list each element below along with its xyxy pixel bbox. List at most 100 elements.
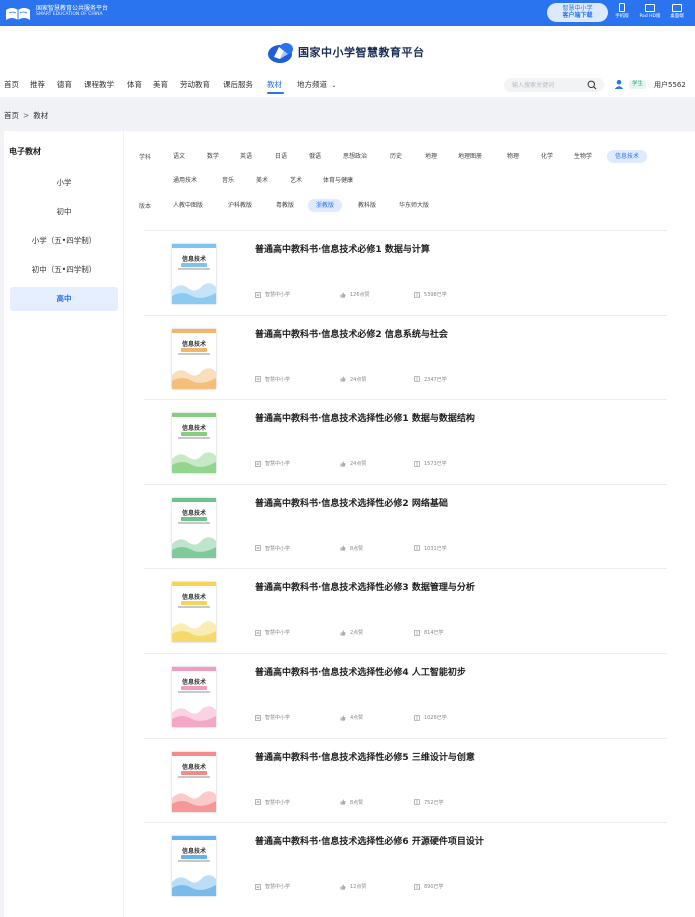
subject-chip[interactable]: 美术 — [256, 174, 268, 187]
edition-chip[interactable]: 沪科教版 — [228, 199, 252, 212]
book-title[interactable]: 普通高中教科书·信息技术选择性必修5 三维设计与创意 — [255, 750, 475, 763]
cover-subtitle-line — [178, 521, 210, 524]
book-learners: 814已学 — [414, 629, 444, 636]
subject-chip[interactable]: 思想政治 — [343, 150, 367, 163]
cover-subtitle-line — [178, 606, 210, 609]
book-list-item[interactable]: 信息技术 普通高中教科书·信息技术选择性必修4 人工智能初步 智慧中小学 4点赞 102… — [144, 653, 667, 737]
edition-chip[interactable]: 华东师大版 — [399, 199, 429, 212]
breadcrumb: 首页 > 教材 — [4, 110, 48, 121]
cover-illustration — [172, 367, 216, 389]
nav-item-home[interactable]: 首页 — [4, 79, 19, 90]
subject-chip[interactable]: 化学 — [541, 150, 553, 163]
book-cover[interactable]: 信息技术 — [172, 497, 216, 558]
edition-chip-active[interactable]: 浙教版 — [308, 199, 343, 212]
thumbs-up-icon — [340, 461, 346, 467]
desktop-icon — [672, 4, 682, 12]
thumbs-up-icon — [340, 630, 346, 636]
sidebar: 电子教材 小学 初中 小学（五•四学制） 初中（五•四学制） 高中 — [4, 131, 123, 917]
book-cover[interactable]: 信息技术 — [172, 836, 216, 897]
cover-subtitle-line — [178, 860, 210, 863]
subject-chip[interactable]: 语文 — [173, 150, 185, 163]
cover-title: 信息技术 — [181, 679, 206, 686]
edition-chip[interactable]: 教科版 — [358, 199, 376, 212]
book-list-item[interactable]: 信息技术 普通高中教科书·信息技术选择性必修2 网络基础 智慧中小学 8点赞 1031已… — [144, 483, 667, 568]
book-source-text: 智慧中小学 — [265, 545, 291, 552]
subject-chip[interactable]: 俄语 — [309, 150, 321, 163]
device-desktop-button[interactable]: 桌面端 — [664, 3, 690, 20]
device-phone-button[interactable]: 手机版 — [609, 3, 635, 20]
nav-item-textbooks[interactable]: 教材 — [267, 79, 282, 90]
subject-chip[interactable]: 地理 — [425, 150, 437, 163]
subject-chip[interactable]: 物理 — [507, 150, 519, 163]
cover-title: 信息技术 — [181, 340, 206, 348]
book-cover[interactable]: 信息技术 — [172, 582, 216, 643]
book-likes[interactable]: 126点赞 — [340, 291, 370, 298]
device-label: Pad HD版 — [639, 14, 661, 19]
sidebar-item-primary-54[interactable]: 小学（五•四学制） — [10, 229, 118, 253]
subject-chip-active[interactable]: 信息技术 — [607, 150, 648, 163]
nav-item-after-school[interactable]: 课后服务 — [223, 79, 253, 90]
breadcrumb-home[interactable]: 首页 — [4, 111, 19, 120]
nav-item-moral[interactable]: 德育 — [57, 79, 72, 90]
device-pad-button[interactable]: Pad HD版 — [637, 3, 663, 20]
sidebar-item-senior[interactable]: 高中 — [10, 287, 118, 311]
role-badge: 学生 — [629, 80, 647, 89]
document-icon — [255, 883, 261, 890]
cover-subtitle-line — [178, 268, 210, 270]
edition-chip[interactable]: 人教中图版 — [173, 199, 203, 212]
book-cover[interactable]: 信息技术 — [172, 667, 216, 727]
book-likes[interactable]: 8点赞 — [340, 545, 363, 552]
subject-chip[interactable]: 通用技术 — [173, 174, 197, 187]
subject-chip[interactable]: 数学 — [207, 150, 219, 163]
book-likes[interactable]: 12点赞 — [340, 883, 366, 890]
reader-icon — [414, 376, 420, 382]
user-avatar-icon[interactable] — [614, 79, 624, 89]
subject-chip[interactable]: 艺术 — [290, 174, 302, 187]
book-likes[interactable]: 2点赞 — [340, 629, 363, 636]
subject-chip[interactable]: 音乐 — [222, 174, 234, 187]
subject-chip[interactable]: 历史 — [390, 150, 402, 163]
cover-illustration — [172, 537, 216, 558]
book-cover[interactable]: 信息技术 — [172, 328, 216, 389]
book-likes[interactable]: 4点赞 — [340, 714, 363, 721]
edition-chip[interactable]: 粤教版 — [276, 199, 294, 212]
nav-item-courses[interactable]: 课程教学 — [84, 79, 114, 90]
username[interactable]: 用户5562 — [654, 80, 686, 90]
nav-item-local[interactable]: 地方频道 ⌄ — [297, 79, 336, 90]
book-list-item[interactable]: 信息技术 普通高中教科书·信息技术选择性必修1 数据与数据结构 智慧中小学 24点赞 1… — [144, 399, 667, 483]
subject-chip[interactable]: 地理图册 — [458, 150, 482, 163]
book-list-item[interactable]: 信息技术 普通高中教科书·信息技术必修2 信息系统与社会 智慧中小学 24点赞 2347… — [144, 314, 667, 399]
book-title[interactable]: 普通高中教科书·信息技术选择性必修1 数据与数据结构 — [255, 411, 475, 424]
nav-item-sports[interactable]: 体育 — [127, 79, 142, 90]
book-title[interactable]: 普通高中教科书·信息技术选择性必修4 人工智能初步 — [255, 665, 466, 678]
book-title[interactable]: 普通高中教科书·信息技术必修1 数据与计算 — [255, 242, 430, 255]
search-icon[interactable] — [587, 80, 597, 90]
book-list-item[interactable]: 信息技术 普通高中教科书·信息技术选择性必修3 数据管理与分析 智慧中小学 2点赞 81… — [144, 568, 667, 652]
book-cover[interactable]: 信息技术 — [172, 751, 216, 812]
book-title[interactable]: 普通高中教科书·信息技术选择性必修6 开源硬件项目设计 — [255, 834, 484, 847]
book-cover[interactable]: 信息技术 — [172, 413, 216, 474]
sidebar-item-junior[interactable]: 初中 — [10, 200, 118, 224]
subject-chip[interactable]: 体育与健康 — [323, 174, 353, 187]
nav-item-recommend[interactable]: 推荐 — [30, 79, 45, 90]
book-list-item[interactable]: 信息技术 普通高中教科书·信息技术必修1 数据与计算 智慧中小学 126点赞 5398已… — [144, 230, 667, 314]
cover-top-stripe — [172, 667, 216, 671]
book-title[interactable]: 普通高中教科书·信息技术选择性必修3 数据管理与分析 — [255, 580, 475, 593]
thumbs-up-icon — [340, 291, 346, 298]
app-download-button[interactable]: 智慧中小学 客户端下载 — [547, 3, 608, 22]
book-title[interactable]: 普通高中教科书·信息技术必修2 信息系统与社会 — [255, 327, 448, 340]
nav-item-labor[interactable]: 劳动教育 — [180, 79, 210, 90]
book-title[interactable]: 普通高中教科书·信息技术选择性必修2 网络基础 — [255, 496, 448, 509]
sidebar-item-primary[interactable]: 小学 — [10, 171, 118, 195]
book-cover[interactable]: 信息技术 — [172, 244, 216, 304]
book-list-item[interactable]: 信息技术 普通高中教科书·信息技术选择性必修5 三维设计与创意 智慧中小学 8点赞 75… — [144, 737, 667, 822]
nav-item-arts[interactable]: 美育 — [153, 79, 168, 90]
book-likes[interactable]: 24点赞 — [340, 376, 366, 383]
subject-chip[interactable]: 英语 — [240, 150, 252, 163]
subject-chip[interactable]: 日语 — [275, 150, 287, 163]
book-likes[interactable]: 8点赞 — [340, 799, 363, 806]
subject-chip[interactable]: 生物学 — [574, 150, 592, 163]
book-likes[interactable]: 24点赞 — [340, 460, 366, 467]
sidebar-item-junior-54[interactable]: 初中（五•四学制） — [10, 258, 118, 282]
book-list-item[interactable]: 信息技术 普通高中教科书·信息技术选择性必修6 开源硬件项目设计 智慧中小学 12点赞… — [144, 822, 667, 906]
